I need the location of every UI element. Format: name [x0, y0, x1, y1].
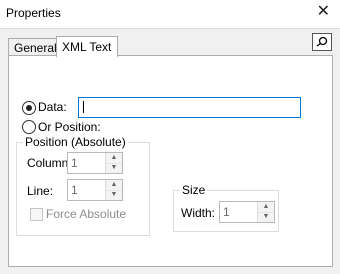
- column-value: 1: [71, 156, 78, 170]
- width-spinner[interactable]: 1 ▲ ▼: [219, 201, 275, 223]
- width-value: 1: [223, 205, 230, 219]
- line-label: Line:: [27, 184, 54, 198]
- data-label: Data:: [38, 100, 67, 114]
- data-input[interactable]: [78, 97, 301, 118]
- spin-down-icon[interactable]: ▼: [106, 163, 122, 173]
- or-position-radio[interactable]: [22, 120, 36, 134]
- column-label: Column:: [27, 156, 72, 170]
- text-caret: [83, 101, 84, 113]
- close-icon[interactable]: ✕: [317, 3, 330, 21]
- force-absolute-label: Force Absolute: [46, 207, 127, 221]
- spin-down-icon[interactable]: ▼: [258, 212, 274, 222]
- tab-xml-text-label: XML Text: [62, 40, 112, 54]
- spin-down-icon[interactable]: ▼: [106, 190, 122, 200]
- data-radio[interactable]: [22, 101, 36, 115]
- tab-general-label: General: [14, 41, 57, 55]
- line-spin-buttons: ▲ ▼: [105, 180, 122, 200]
- tab-xml-text[interactable]: XML Text: [56, 36, 118, 57]
- line-value: 1: [71, 183, 78, 197]
- width-label: Width:: [181, 206, 216, 220]
- title-bar: Properties ✕: [0, 0, 340, 29]
- column-spinner[interactable]: 1 ▲ ▼: [67, 152, 123, 174]
- force-absolute-checkbox[interactable]: [30, 208, 43, 221]
- window-title: Properties: [6, 6, 61, 20]
- column-spin-buttons: ▲ ▼: [105, 153, 122, 173]
- or-position-label: Or Position:: [38, 120, 101, 134]
- position-group-title: Position (Absolute): [23, 135, 128, 149]
- pin-icon[interactable]: [312, 33, 332, 51]
- line-spinner[interactable]: 1 ▲ ▼: [67, 179, 123, 201]
- width-spin-buttons: ▲ ▼: [257, 202, 274, 222]
- size-group-title: Size: [180, 183, 208, 197]
- tab-general[interactable]: General: [8, 38, 58, 56]
